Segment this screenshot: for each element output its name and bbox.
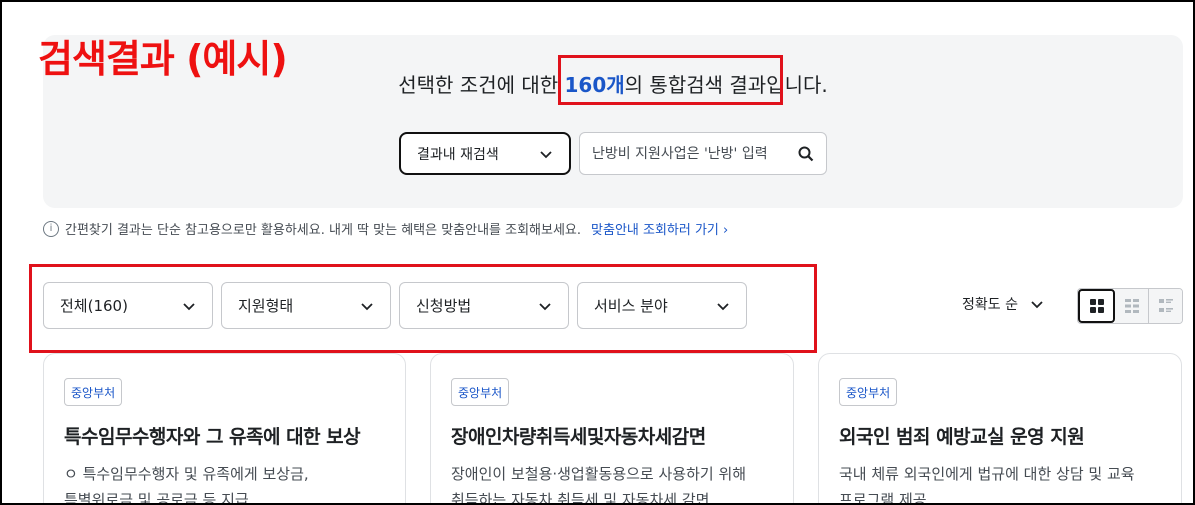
summary-prefix: 선택한 조건에 대한 <box>398 73 565 97</box>
result-card[interactable]: 중앙부처 특수임무수행자와 그 유족에 대한 보상 ㅇ 특수임무수행자 및 유족… <box>43 353 406 505</box>
card-title[interactable]: 특수임무수행자와 그 유족에 대한 보상 <box>64 422 361 449</box>
card-description: ㅇ 특수임무수행자 및 유족에게 보상금, 특별위로금 및 공로금 등 지급 <box>64 461 309 505</box>
list-icon <box>1158 299 1173 312</box>
agency-badge: 중앙부처 <box>451 378 510 406</box>
card-description-line: 특별위로금 및 공로금 등 지급 <box>64 491 249 505</box>
search-input[interactable] <box>592 145 788 162</box>
view-card-button[interactable] <box>1115 289 1149 323</box>
card-description-line: ㅇ 특수임무수행자 및 유족에게 보상금, <box>64 465 309 483</box>
research-scope-select[interactable]: 결과내 재검색 <box>399 132 571 175</box>
notice-text: 간편찾기 결과는 단순 참고용으로만 활용하세요. 내게 딱 맞는 혜택은 맞춤… <box>65 223 582 238</box>
notice-bar: i 간편찾기 결과는 단순 참고용으로만 활용하세요. 내게 딱 맞는 혜택은 … <box>43 219 728 238</box>
filter-highlight-annotation <box>29 264 817 353</box>
card-description: 장애인이 보철용·생업활동용으로 사용하기 위해취득하는 자동차 취득세 및 자… <box>451 461 746 505</box>
search-icon[interactable] <box>798 146 814 162</box>
result-card[interactable]: 중앙부처 장애인차량취득세및자동차세감면 장애인이 보철용·생업활동용으로 사용… <box>430 353 794 505</box>
view-mode-toggle <box>1077 288 1183 324</box>
card-description-line: 취득하는 자동차 취득세 및 자동차세 감면 <box>451 491 710 505</box>
view-list-button[interactable] <box>1149 289 1182 323</box>
card-description-line: 프로그램 제공 <box>839 491 927 505</box>
chevron-down-icon <box>540 150 552 158</box>
card-description: 국내 체류 외국인에게 법규에 대한 상담 및 교육프로그램 제공 <box>839 461 1135 505</box>
chevron-right-icon: › <box>723 223 729 238</box>
count-highlight-annotation <box>558 55 783 105</box>
card-title[interactable]: 장애인차량취득세및자동차세감면 <box>451 422 706 449</box>
custom-guide-link-label: 맞춤안내 조회하러 가기 <box>591 223 719 238</box>
custom-guide-link[interactable]: 맞춤안내 조회하러 가기 › <box>591 219 728 238</box>
sort-select[interactable]: 정확도 순 <box>962 294 1044 314</box>
card-list-icon <box>1124 299 1139 313</box>
card-description-line: 국내 체류 외국인에게 법규에 대한 상담 및 교육 <box>839 465 1135 483</box>
card-title[interactable]: 외국인 범죄 예방교실 운영 지원 <box>839 422 1085 449</box>
sort-label: 정확도 순 <box>962 297 1018 313</box>
agency-badge: 중앙부처 <box>839 378 898 406</box>
grid-icon <box>1089 299 1104 313</box>
agency-badge: 중앙부처 <box>64 378 123 406</box>
card-description-line: 장애인이 보철용·생업활동용으로 사용하기 위해 <box>451 465 747 483</box>
info-icon: i <box>43 220 59 237</box>
search-field[interactable] <box>579 132 827 175</box>
research-scope-label: 결과내 재검색 <box>417 146 499 163</box>
chevron-down-icon <box>1031 301 1043 309</box>
result-card[interactable]: 중앙부처 외국인 범죄 예방교실 운영 지원 국내 체류 외국인에게 법규에 대… <box>818 353 1182 505</box>
example-annotation-title: 검색결과 (예시) <box>38 37 288 81</box>
view-grid-button[interactable] <box>1078 289 1115 323</box>
